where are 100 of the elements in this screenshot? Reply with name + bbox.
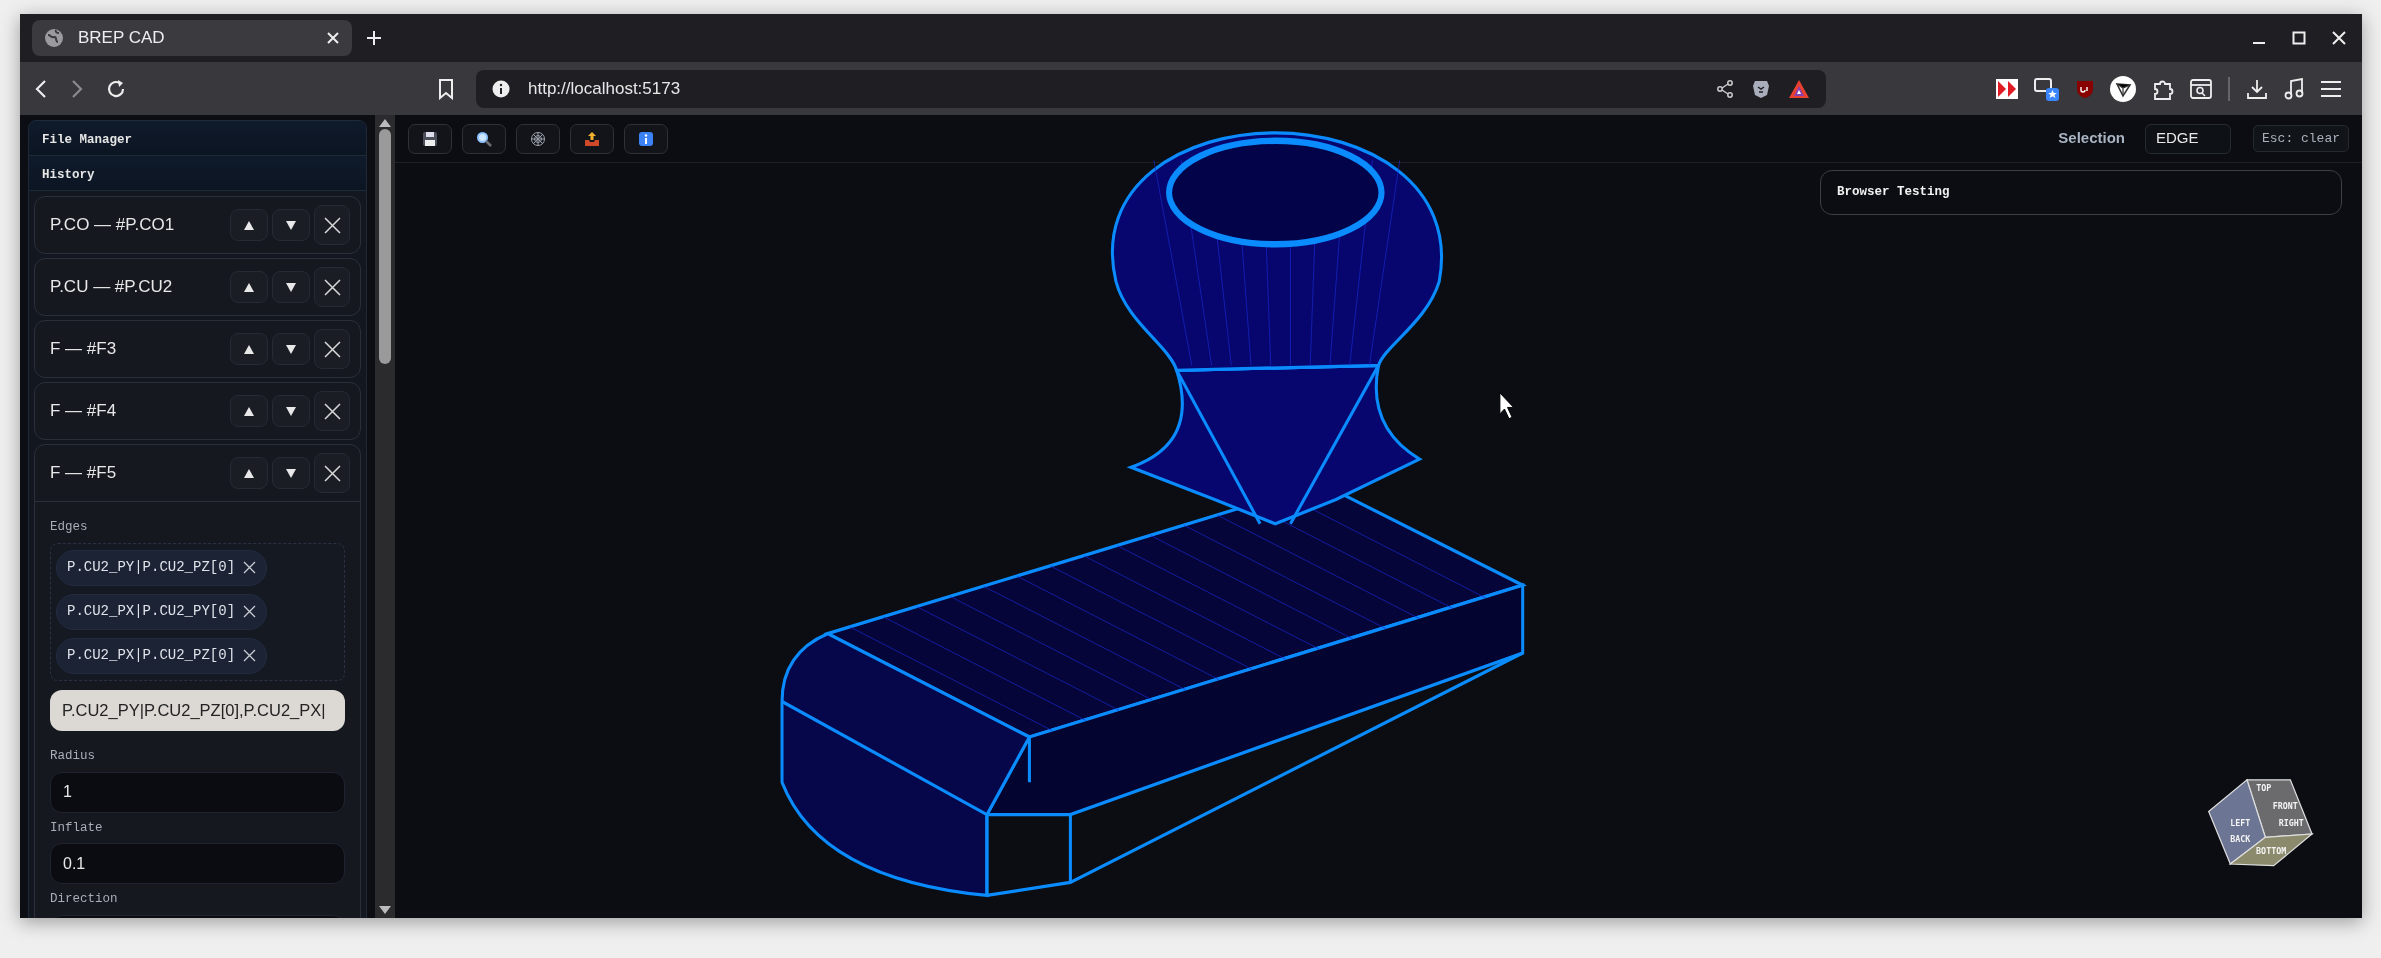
- cube-face-label[interactable]: LEFT: [2230, 817, 2251, 828]
- number-input[interactable]: 0.1: [50, 843, 345, 885]
- outbox-icon: [584, 130, 600, 147]
- move-down-button[interactable]: [272, 271, 310, 303]
- maximize-icon[interactable]: [2292, 31, 2306, 45]
- section-header[interactable]: File Manager: [29, 121, 366, 156]
- window-search-icon[interactable]: [2190, 78, 2212, 99]
- down-triangle-icon: [284, 280, 298, 294]
- history-item-label[interactable]: F — #F3: [50, 336, 226, 362]
- floppy-icon: [422, 130, 438, 147]
- share-icon[interactable]: [1716, 79, 1734, 98]
- remove-button[interactable]: [314, 453, 350, 493]
- remove-chip-button[interactable]: [243, 649, 257, 663]
- selection-mode-select[interactable]: EDGE: [2145, 123, 2231, 154]
- chip-label: P.CU2_PY|P.CU2_PZ[0]: [67, 558, 236, 578]
- down-triangle-icon: [284, 466, 298, 480]
- history-item-label[interactable]: P.CU — #P.CU2: [50, 274, 226, 300]
- section-header[interactable]: History: [29, 156, 366, 191]
- move-up-button[interactable]: [230, 271, 268, 303]
- move-up-button[interactable]: [230, 395, 268, 427]
- move-down-button[interactable]: [272, 457, 310, 489]
- zoom-button[interactable]: [462, 123, 506, 154]
- tab-title: BREP CAD: [78, 27, 166, 50]
- move-down-button[interactable]: [272, 209, 310, 241]
- bookmark-icon[interactable]: [438, 77, 454, 100]
- cube-face-label[interactable]: RIGHT: [2278, 817, 2304, 828]
- lion-shield-icon[interactable]: [1752, 78, 1770, 99]
- double-play-icon[interactable]: [1996, 78, 2018, 99]
- down-triangle-icon: [284, 342, 298, 356]
- save-button[interactable]: [408, 123, 452, 154]
- keyboard-hint: Esc: clear: [2253, 124, 2349, 153]
- down-triangle-icon: [284, 404, 298, 418]
- globe-icon: [44, 28, 64, 48]
- history-item[interactable]: F — #F4: [34, 382, 361, 440]
- scroll-up-icon[interactable]: [379, 119, 391, 127]
- close-icon: [323, 216, 341, 234]
- close-icon: [323, 464, 341, 482]
- down-triangle-icon: [284, 218, 298, 232]
- reload-icon[interactable]: [106, 78, 126, 99]
- windows-star-icon[interactable]: [2034, 75, 2060, 102]
- history-item[interactable]: P.CU — #P.CU2: [34, 258, 361, 316]
- music-icon[interactable]: [2284, 77, 2304, 100]
- browser-testing-panel[interactable]: Browser Testing: [1820, 170, 2342, 215]
- back-icon[interactable]: [34, 78, 48, 99]
- prism-icon[interactable]: [2110, 75, 2136, 102]
- field-label: Direction: [50, 891, 119, 909]
- browser-tab[interactable]: BREP CAD: [32, 20, 352, 56]
- info-button[interactable]: [624, 123, 668, 154]
- field-label: Inflate: [50, 819, 104, 837]
- chip-label: P.CU2_PX|P.CU2_PY[0]: [67, 602, 236, 622]
- close-icon: [243, 649, 257, 663]
- remove-button[interactable]: [314, 391, 350, 431]
- field-label: Edges: [50, 519, 89, 536]
- move-down-button[interactable]: [272, 333, 310, 365]
- selection-label: Selection: [2058, 128, 2125, 149]
- cube-face-label[interactable]: TOP: [2256, 782, 2272, 793]
- info-icon: [492, 79, 510, 98]
- edges-input[interactable]: P.CU2_PY|P.CU2_PZ[0],P.CU2_PX|: [50, 689, 345, 731]
- remove-button[interactable]: [314, 329, 350, 369]
- history-item-label[interactable]: P.CO — #P.CO1: [50, 212, 226, 238]
- triangle-icon[interactable]: [1788, 78, 1810, 99]
- history-item[interactable]: P.CO — #P.CO1: [34, 196, 361, 254]
- close-icon[interactable]: [2332, 31, 2346, 45]
- new-tab-icon[interactable]: [366, 30, 382, 46]
- history-item[interactable]: F — #F5 Edges P.CU2_PY|P.CU2_PZ[0] P.CU2_PX|P.CU2_PY[0] P.CU2_PX|P.CU2_PZ[0] P.CU2_PY|P.CU2_PZ[0],P.CU2_PX| Radius 1 Inflate 0.1 Direction: [34, 444, 361, 918]
- move-up-button[interactable]: [230, 333, 268, 365]
- export-button[interactable]: [570, 123, 614, 154]
- close-icon: [243, 561, 257, 575]
- close-icon[interactable]: [326, 31, 340, 45]
- cube-face-label[interactable]: FRONT: [2272, 801, 2298, 811]
- wireframe-button[interactable]: [516, 123, 560, 154]
- web-icon: [530, 130, 546, 147]
- view-cube[interactable]: [2207, 778, 2314, 867]
- history-item-label[interactable]: F — #F5: [50, 460, 226, 486]
- field-label: Radius: [50, 747, 96, 765]
- history-item[interactable]: F — #F3: [34, 320, 361, 378]
- cursor-icon: [1499, 392, 1515, 420]
- number-input[interactable]: 1: [50, 771, 345, 813]
- info-icon: [638, 130, 654, 147]
- scroll-down-icon[interactable]: [379, 906, 391, 914]
- history-item-label[interactable]: F — #F4: [50, 398, 226, 424]
- close-icon: [323, 340, 341, 358]
- forward-icon[interactable]: [70, 78, 84, 99]
- move-down-button[interactable]: [272, 395, 310, 427]
- cube-face-label[interactable]: BACK: [2230, 834, 2251, 845]
- remove-chip-button[interactable]: [243, 605, 257, 619]
- download-icon[interactable]: [2246, 77, 2268, 100]
- move-up-button[interactable]: [230, 209, 268, 241]
- remove-button[interactable]: [314, 267, 350, 307]
- close-icon: [323, 278, 341, 296]
- menu-icon[interactable]: [2320, 79, 2342, 98]
- move-up-button[interactable]: [230, 457, 268, 489]
- close-icon: [243, 605, 257, 619]
- search-icon: [476, 130, 492, 147]
- shield-icon[interactable]: [2076, 78, 2094, 99]
- scrollbar[interactable]: [375, 115, 395, 918]
- remove-button[interactable]: [314, 205, 350, 245]
- scrollbar-thumb[interactable]: [379, 129, 391, 364]
- remove-chip-button[interactable]: [243, 561, 257, 575]
- chip-label: P.CU2_PX|P.CU2_PZ[0]: [67, 646, 236, 666]
